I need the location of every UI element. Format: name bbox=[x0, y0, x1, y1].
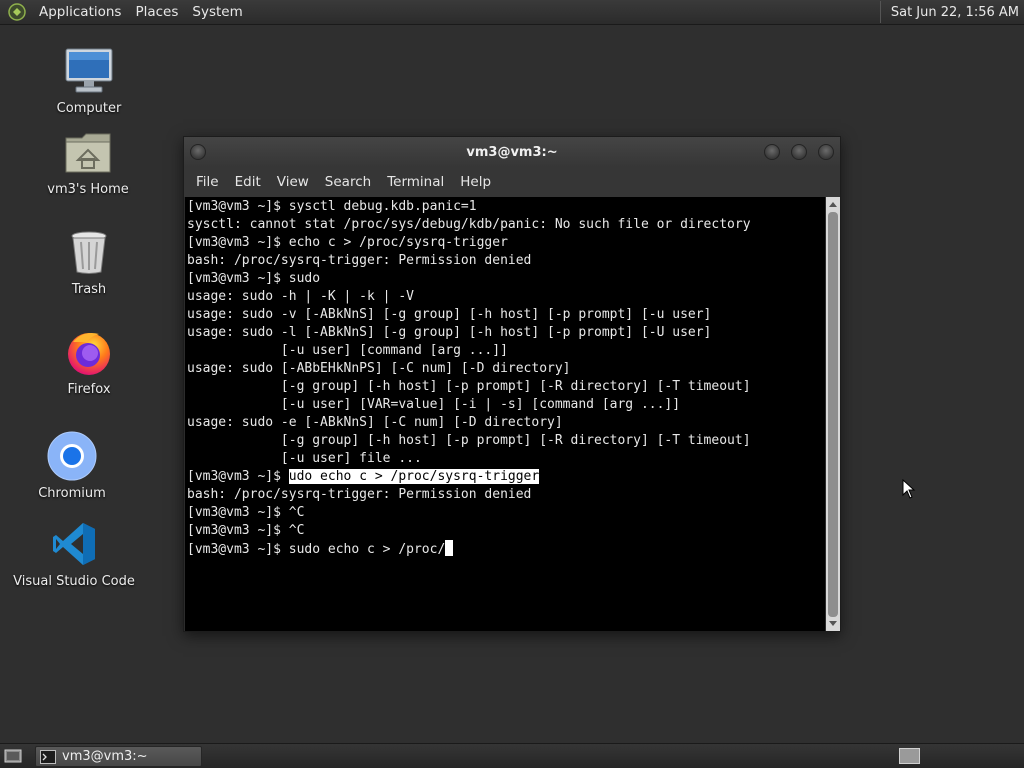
menu-help[interactable]: Help bbox=[452, 174, 499, 190]
mouse-pointer-icon bbox=[902, 479, 916, 499]
distro-logo-icon[interactable] bbox=[6, 1, 28, 23]
system-menu[interactable]: System bbox=[185, 4, 249, 20]
taskbar-terminal-button[interactable]: vm3@vm3:~ bbox=[35, 746, 202, 767]
terminal-line: usage: sudo -l [-ABkNnS] [-g group] [-h … bbox=[187, 325, 712, 340]
trash-icon bbox=[63, 226, 115, 278]
panel-separator bbox=[879, 1, 881, 23]
desktop-icon-label: Trash bbox=[71, 282, 107, 297]
desktop-icon-vscode[interactable]: Visual Studio Code bbox=[13, 518, 135, 589]
taskbar-task-label: vm3@vm3:~ bbox=[62, 749, 148, 764]
terminal-line: usage: sudo -e [-ABkNnS] [-C num] [-D di… bbox=[187, 415, 563, 430]
terminal-app-icon bbox=[40, 749, 56, 764]
show-desktop-icon[interactable] bbox=[3, 747, 23, 765]
clock[interactable]: Sat Jun 22, 1:56 AM bbox=[891, 5, 1019, 20]
desktop-icon-label: Chromium bbox=[38, 486, 106, 501]
desktop-icon-home[interactable]: vm3's Home bbox=[28, 126, 148, 197]
maximize-button[interactable] bbox=[791, 144, 807, 160]
terminal-prompt: [vm3@vm3 ~]$ bbox=[187, 542, 289, 557]
terminal-output[interactable]: [vm3@vm3 ~]$ sysctl debug.kdb.panic=1 sy… bbox=[185, 197, 825, 631]
window-titlebar[interactable]: vm3@vm3:~ bbox=[184, 137, 840, 167]
bottom-panel: vm3@vm3:~ bbox=[0, 743, 1024, 768]
desktop-icon-chromium[interactable]: Chromium bbox=[12, 430, 132, 501]
places-menu[interactable]: Places bbox=[128, 4, 185, 20]
terminal-line: [vm3@vm3 ~]$ sysctl debug.kdb.panic=1 bbox=[187, 199, 477, 214]
window-menu-button[interactable] bbox=[190, 144, 206, 160]
terminal-line: [vm3@vm3 ~]$ ^C bbox=[187, 505, 305, 520]
terminal-line: usage: sudo [-ABbEHkNnPS] [-C num] [-D d… bbox=[187, 361, 571, 376]
terminal-cursor bbox=[445, 540, 454, 556]
menu-edit[interactable]: Edit bbox=[227, 174, 269, 190]
terminal-line: sysctl: cannot stat /proc/sys/debug/kdb/… bbox=[187, 217, 751, 232]
computer-icon bbox=[63, 45, 115, 97]
menu-view[interactable]: View bbox=[269, 174, 317, 190]
menu-file[interactable]: File bbox=[188, 174, 227, 190]
terminal-line: usage: sudo -h | -K | -k | -V bbox=[187, 289, 414, 304]
terminal-line-selected: [vm3@vm3 ~]$ udo echo c > /proc/sysrq-tr… bbox=[187, 468, 825, 486]
desktop-icon-label: Computer bbox=[56, 101, 122, 116]
top-panel: Applications Places System Sat Jun 22, 1… bbox=[0, 0, 1024, 25]
terminal-line: [vm3@vm3 ~]$ ^C bbox=[187, 523, 305, 538]
terminal-line: [-g group] [-h host] [-p prompt] [-R dir… bbox=[187, 433, 751, 448]
desktop-icon-label: vm3's Home bbox=[47, 182, 129, 197]
terminal-line: [vm3@vm3 ~]$ sudo bbox=[187, 271, 321, 286]
menu-terminal[interactable]: Terminal bbox=[379, 174, 452, 190]
terminal-input-line[interactable]: [vm3@vm3 ~]$ sudo echo c > /proc/ bbox=[187, 540, 825, 558]
desktop-icon-trash[interactable]: Trash bbox=[29, 226, 149, 297]
firefox-icon bbox=[63, 326, 115, 378]
terminal-line: [-u user] [command [arg ...]] bbox=[187, 343, 508, 358]
vscode-icon bbox=[48, 518, 100, 570]
scroll-thumb[interactable] bbox=[828, 212, 838, 617]
desktop-icon-firefox[interactable]: Firefox bbox=[29, 326, 149, 397]
scroll-down-arrow-icon[interactable] bbox=[829, 621, 837, 626]
desktop-icon-label: Visual Studio Code bbox=[13, 574, 135, 589]
desktop-icon-computer[interactable]: Computer bbox=[29, 45, 149, 116]
terminal-line: [vm3@vm3 ~]$ echo c > /proc/sysrq-trigge… bbox=[187, 235, 508, 250]
terminal-window[interactable]: vm3@vm3:~ File Edit View Search Terminal… bbox=[183, 136, 841, 632]
terminal-line: [-u user] file ... bbox=[187, 451, 422, 466]
workspace-switcher[interactable] bbox=[899, 748, 920, 764]
close-button[interactable] bbox=[818, 144, 834, 160]
terminal-scrollbar[interactable] bbox=[826, 197, 840, 631]
desktop-icon-label: Firefox bbox=[67, 382, 111, 397]
menu-search[interactable]: Search bbox=[317, 174, 379, 190]
home-folder-icon bbox=[62, 126, 114, 178]
terminal-prompt: [vm3@vm3 ~]$ bbox=[187, 469, 289, 484]
terminal-input[interactable]: sudo echo c > /proc/ bbox=[289, 542, 446, 557]
terminal-line: bash: /proc/sysrq-trigger: Permission de… bbox=[187, 253, 532, 268]
window-title: vm3@vm3:~ bbox=[466, 144, 558, 160]
terminal-line: usage: sudo -v [-ABkNnS] [-g group] [-h … bbox=[187, 307, 712, 322]
terminal-line: [-g group] [-h host] [-p prompt] [-R dir… bbox=[187, 379, 751, 394]
minimize-button[interactable] bbox=[764, 144, 780, 160]
chromium-icon bbox=[46, 430, 98, 482]
terminal-line: [-u user] [VAR=value] [-i | -s] [command… bbox=[187, 397, 681, 412]
applications-menu[interactable]: Applications bbox=[32, 4, 128, 20]
scroll-up-arrow-icon[interactable] bbox=[829, 202, 837, 207]
selected-text[interactable]: udo echo c > /proc/sysrq-trigger bbox=[288, 469, 540, 484]
terminal-line: bash: /proc/sysrq-trigger: Permission de… bbox=[187, 487, 532, 502]
terminal-menubar: File Edit View Search Terminal Help bbox=[184, 167, 840, 197]
